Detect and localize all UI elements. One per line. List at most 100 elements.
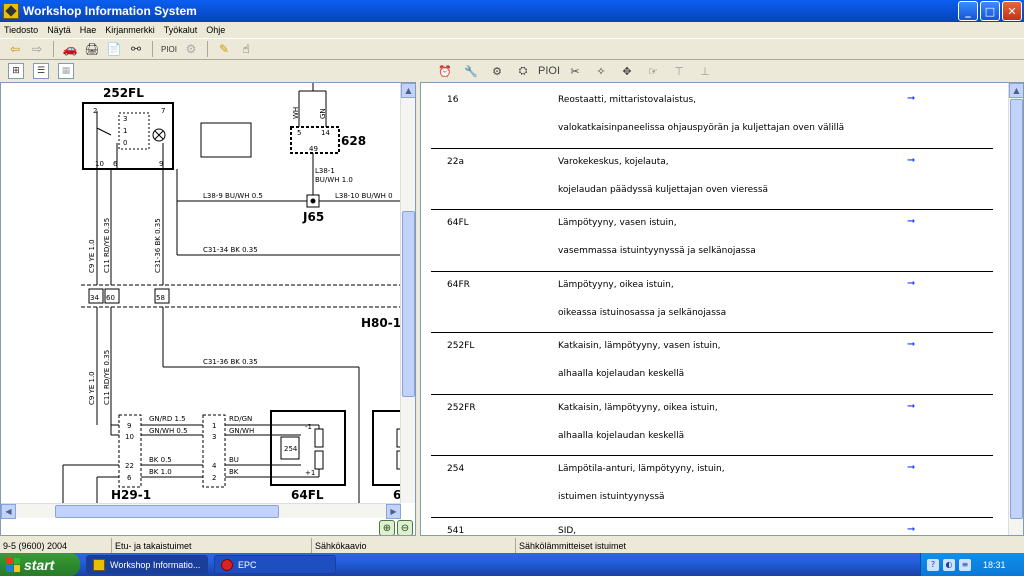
go-arrow-icon[interactable]: ➞ [907, 524, 919, 535]
forward-arrow-icon[interactable]: ⇨ [28, 40, 46, 58]
list-item[interactable]: 254 Lämpötila-anturi, lämpötyyny, istuin… [431, 456, 993, 518]
wire-l38-9: L38-9 BU/WH 0.5 [203, 192, 263, 200]
diagram-horizontal-scrollbar[interactable]: ◀ ▶ [1, 503, 401, 519]
menu-nayta[interactable]: Näytä [47, 25, 71, 35]
pin-34: 34 [90, 294, 99, 302]
go-arrow-icon[interactable]: ➞ [907, 339, 919, 350]
go-arrow-icon[interactable]: ➞ [907, 155, 919, 166]
disabled-tool-icon[interactable]: ⚙ [182, 40, 200, 58]
vwire2-c9: C9 YE 1.0 [88, 371, 96, 405]
seat-heater-icon [200, 122, 252, 158]
list-vertical-scrollbar[interactable]: ▲ [1008, 83, 1023, 535]
pioi-button[interactable]: PIOI [160, 40, 178, 58]
go-arrow-icon[interactable]: ➞ [907, 93, 919, 104]
app-icon [3, 3, 19, 19]
document-icon[interactable]: 📄 [105, 40, 123, 58]
wire-l38-10: L38-10 BU/WH 0 [335, 192, 393, 200]
list-item[interactable]: 16 Reostaatti, mittaristovalaistus, valo… [431, 87, 993, 149]
component-name: Lämpötila-anturi, lämpötyyny, istuin, [558, 464, 725, 474]
go-arrow-icon[interactable]: ➞ [907, 401, 919, 412]
list-item[interactable]: 22a Varokekeskus, kojelauta, kojelaudan … [431, 149, 993, 210]
minimize-button[interactable]: _ [958, 1, 978, 21]
bell-icon[interactable]: ⏰ [436, 62, 454, 80]
list-item[interactable]: 541 SID, ➞ [431, 518, 993, 536]
scroll-right-icon[interactable]: ▶ [386, 504, 401, 519]
list-view-icon[interactable]: ☰ [33, 63, 49, 79]
gears-icon[interactable]: ⚙ [488, 62, 506, 80]
pioi-right-button[interactable]: PIOI [538, 62, 560, 80]
secondary-toolbar: ⊞ ☰ ▦ ⏰ 🔧 ⚙ ⛭ PIOI ✂ ✧ ✥ ☞ ⊤ ⊥ [0, 61, 1024, 81]
help-icon[interactable]: ? [927, 558, 939, 571]
tee-icon[interactable]: ⊥ [696, 62, 714, 80]
move-icon[interactable]: ✥ [618, 62, 636, 80]
close-button[interactable]: ✕ [1002, 1, 1022, 21]
scroll-up-icon[interactable]: ▲ [1009, 83, 1023, 98]
pin-60: 60 [106, 294, 115, 302]
scroll-left-icon[interactable]: ◀ [1, 504, 16, 519]
security-icon[interactable]: ◐ [943, 558, 955, 571]
wire-bk05: BK 0.5 [149, 456, 172, 464]
start-button[interactable]: start [0, 553, 80, 576]
binoculars-icon[interactable]: ⚯ [127, 40, 145, 58]
taskbar-workshop-button[interactable]: Workshop Informatio... [86, 555, 208, 574]
zoom-out-icon[interactable]: ⊖ [397, 520, 413, 535]
component-location: alhaalla kojelaudan keskellä [558, 369, 685, 379]
toolbar-separator [207, 41, 208, 57]
maximize-button[interactable]: □ [980, 1, 1000, 21]
pin-6: 6 [113, 160, 118, 168]
component-location: valokatkaisinpaneelissa ohjauspyörän ja … [558, 123, 845, 133]
component-location: istuimen istuintyynyssä [558, 492, 665, 502]
highlighter-icon[interactable]: ✎ [215, 40, 233, 58]
menu-kirjanmerkki[interactable]: Kirjanmerkki [105, 25, 155, 35]
network-icon[interactable]: ≡ [959, 558, 971, 571]
tools-icon[interactable]: ✂ [566, 62, 584, 80]
back-arrow-icon[interactable]: ⇦ [6, 40, 24, 58]
tree-view-icon[interactable]: ⊞ [8, 63, 24, 79]
wire-bk: BK [229, 468, 239, 476]
component-name: Lämpötyyny, vasen istuin, [558, 218, 677, 228]
scroll-thumb[interactable] [402, 211, 415, 397]
zoom-in-icon[interactable]: ⊕ [379, 520, 395, 535]
list-item[interactable]: 252FL Katkaisin, lämpötyyny, vasen istui… [431, 333, 993, 395]
scroll-up-icon[interactable]: ▲ [401, 83, 415, 98]
wire-gnwh: GN/WH 0.5 [149, 427, 188, 435]
menu-ohje[interactable]: Ohje [206, 25, 225, 35]
menu-tiedosto[interactable]: Tiedosto [4, 25, 38, 35]
frame-icon[interactable]: ⊤ [670, 62, 688, 80]
list-item[interactable]: 252FR Katkaisin, lämpötyyny, oikea istui… [431, 395, 993, 456]
taskbar-epc-button[interactable]: EPC [214, 555, 336, 574]
scroll-thumb[interactable] [1010, 99, 1023, 519]
component-code: 16 [447, 95, 459, 105]
component-code: 541 [447, 525, 465, 536]
wire-rdgn: RD/GN [229, 415, 252, 423]
label-h29-1: H29-1 [111, 488, 151, 502]
scroll-thumb[interactable] [55, 505, 279, 518]
go-arrow-icon[interactable]: ➞ [907, 216, 919, 227]
menu-tyokalut[interactable]: Työkalut [164, 25, 198, 35]
component-icon[interactable]: ⛭ [514, 62, 532, 80]
go-arrow-icon[interactable]: ➞ [907, 462, 919, 473]
print-icon[interactable]: 🖨 [83, 40, 101, 58]
grid-view-icon[interactable]: ▦ [58, 63, 74, 79]
menu-hae[interactable]: Hae [80, 25, 97, 35]
epc-app-icon [221, 558, 233, 571]
pin-h29-22: 22 [125, 462, 134, 470]
wrench-icon[interactable]: 🔧 [462, 62, 480, 80]
list-item[interactable]: 64FL Lämpötyyny, vasen istuin, vasemmass… [431, 210, 993, 272]
go-arrow-icon[interactable]: ➞ [907, 278, 919, 289]
tweezers-icon[interactable]: ✧ [592, 62, 610, 80]
list-item[interactable]: 64FR Lämpötyyny, oikea istuin, oikeassa … [431, 272, 993, 333]
wiring-diagram[interactable]: 252FL 2 7 3 1 0 10 6 9 WH GN 5 14 49 628… [1, 83, 401, 503]
windows-flag-icon [6, 557, 20, 572]
diagram-vertical-scrollbar[interactable]: ▲ [400, 83, 415, 503]
component-code: 64FR [447, 279, 470, 290]
hand-icon[interactable]: ☞ [644, 62, 662, 80]
pointer-icon[interactable]: ☝ [237, 40, 255, 58]
workshop-app-icon [93, 558, 105, 571]
wire-l38-1-spec: BU/WH 1.0 [315, 176, 353, 184]
car-icon[interactable]: 🚗 [61, 40, 79, 58]
component-code: 254 [447, 464, 465, 474]
pin-49: 49 [309, 145, 318, 153]
wire-bu: BU [229, 456, 239, 464]
wiring-diagram-pane: 252FL 2 7 3 1 0 10 6 9 WH GN 5 14 49 628… [0, 82, 416, 536]
